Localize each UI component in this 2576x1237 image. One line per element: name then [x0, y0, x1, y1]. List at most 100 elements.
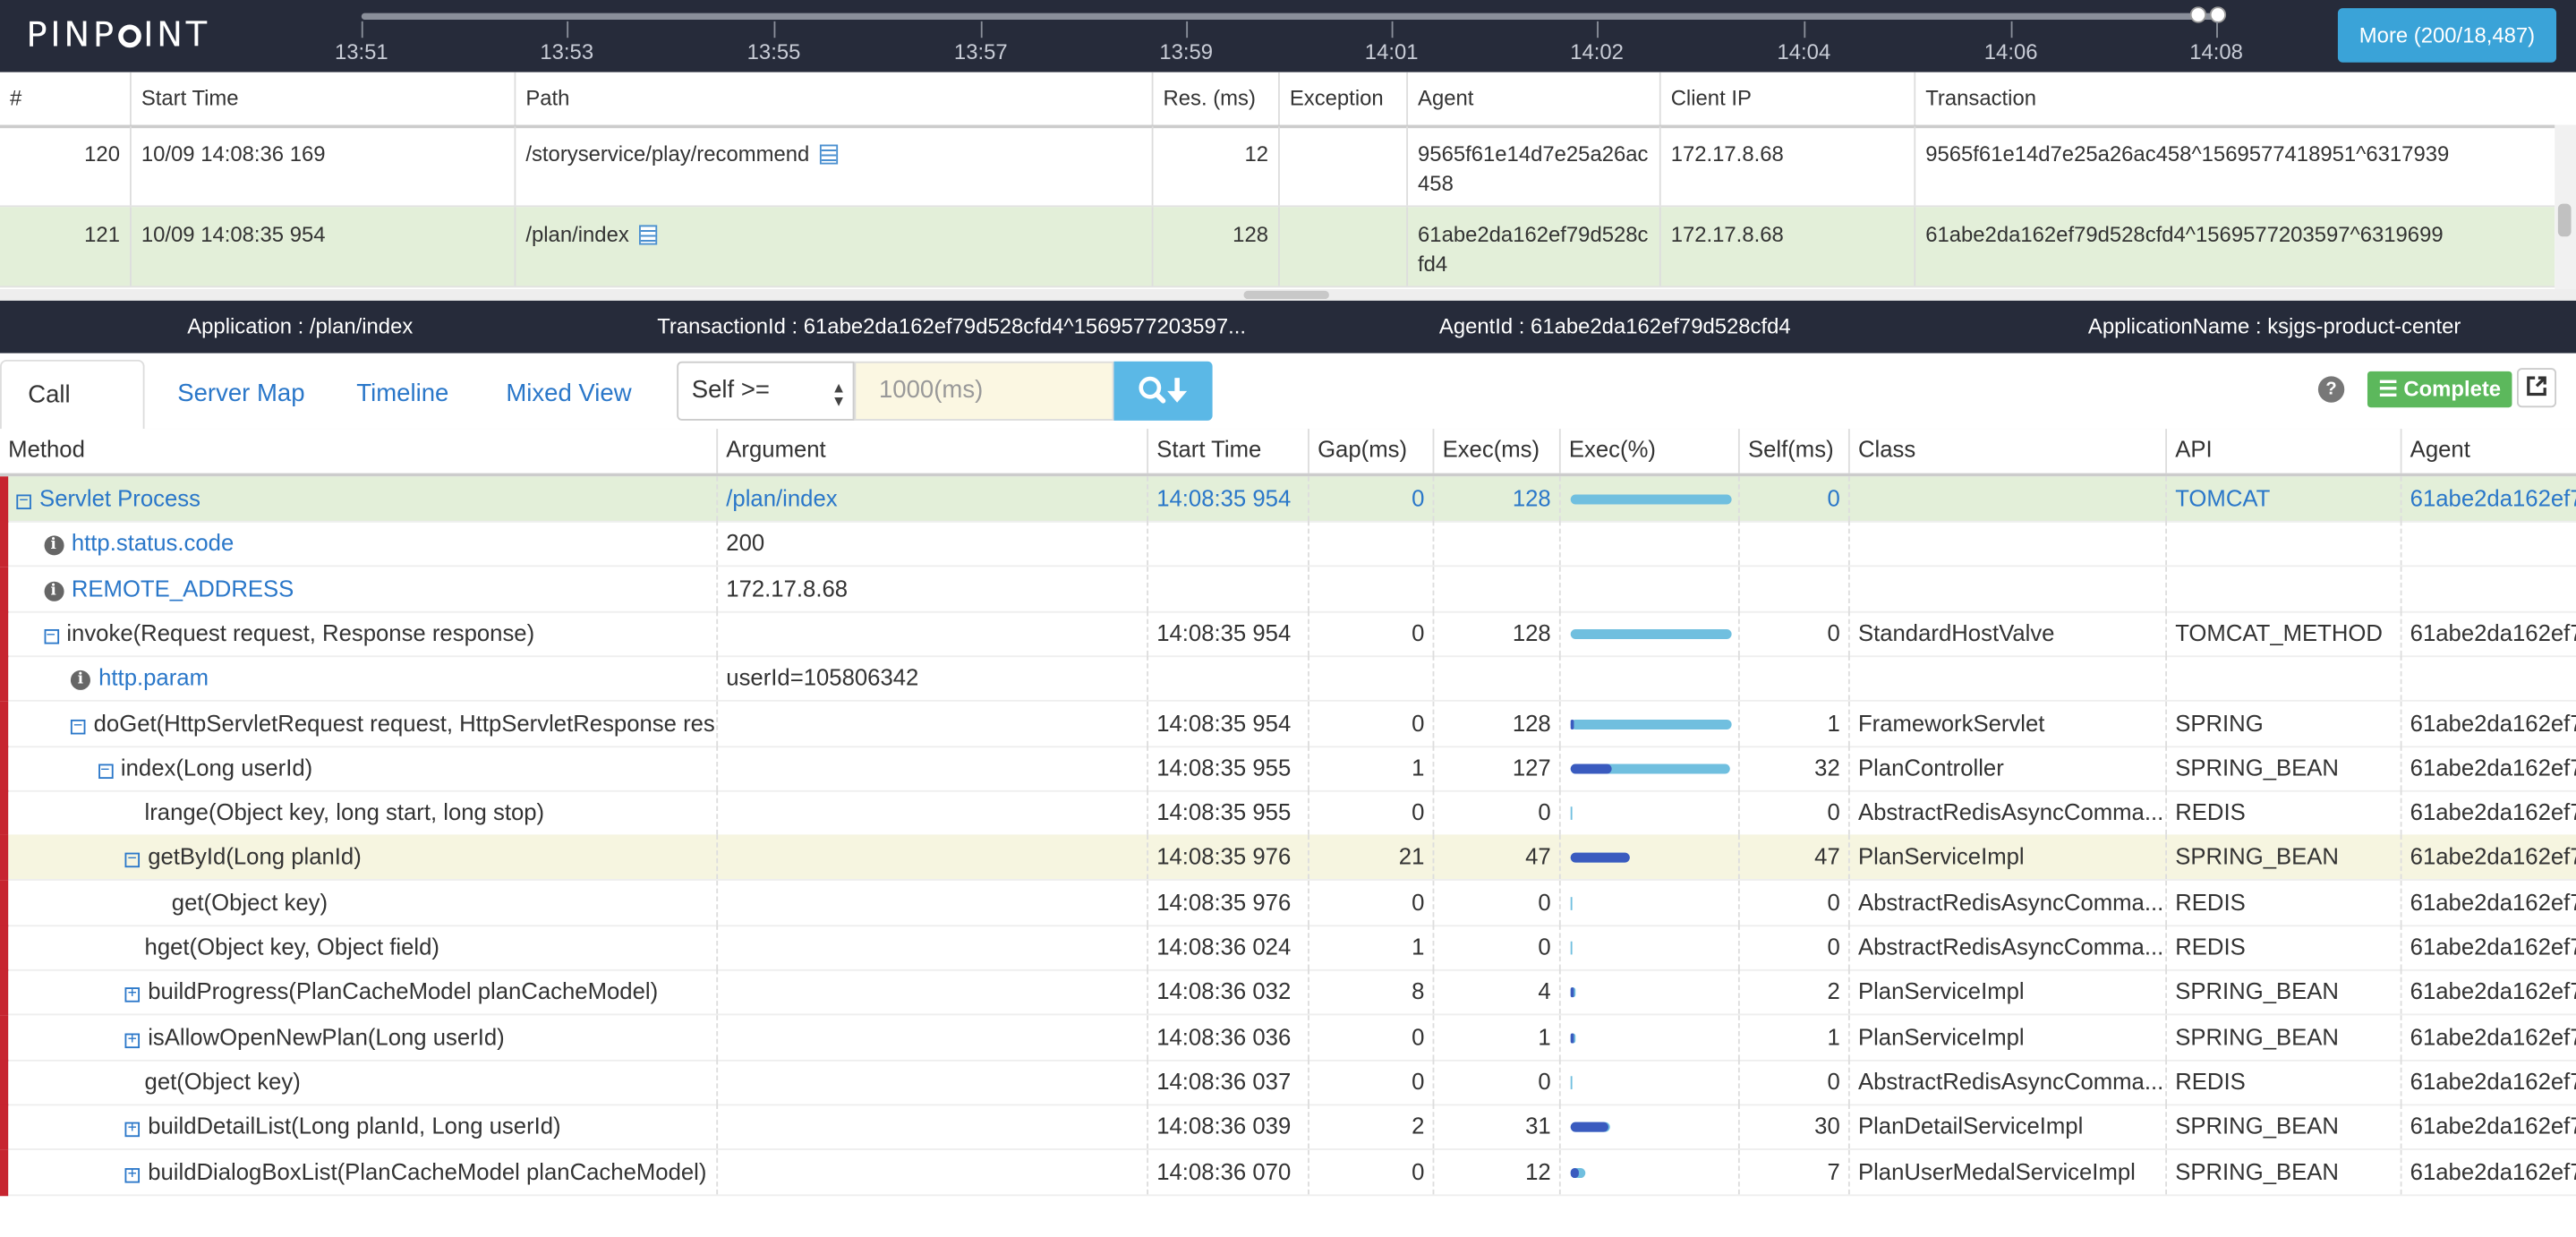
- call-tree-row[interactable]: + buildDialogBoxList(PlanCacheModel planC…: [0, 1148, 2576, 1196]
- method-name[interactable]: buildDetailList(Long planId, Long userId…: [148, 1113, 560, 1139]
- col-header-client-ip[interactable]: Client IP: [1659, 72, 1915, 125]
- cell-agent: [2400, 566, 2576, 611]
- table-vertical-scrollbar[interactable]: [2555, 124, 2576, 290]
- call-tree-row[interactable]: − invoke(Request request, Response respon…: [0, 610, 2576, 657]
- slider-handle-start[interactable]: [2189, 6, 2207, 23]
- cell-exec-pct: [1558, 790, 1738, 835]
- call-tree-row[interactable]: − index(Long userId) 14:08:35 955 1 127 32 Pla…: [0, 745, 2576, 792]
- cell-agent: 61abe2da162ef79d528cfd4: [2400, 1014, 2576, 1060]
- expand-icon[interactable]: +: [124, 1032, 141, 1048]
- call-tree-row[interactable]: − Servlet Process/plan/index 14:08:35 954 0…: [0, 476, 2576, 523]
- method-name: http.status.code: [71, 529, 235, 556]
- method-name[interactable]: doGet(HttpServletRequest request, HttpSe…: [94, 709, 717, 735]
- col-header-exec-pct[interactable]: Exec(%): [1558, 429, 1738, 473]
- help-icon[interactable]: ?: [2317, 376, 2345, 403]
- collapse-icon[interactable]: −: [70, 718, 86, 734]
- method-name[interactable]: Servlet Process: [39, 484, 200, 510]
- cell-method: hget(Object key, Object field): [0, 925, 716, 969]
- cell-method: lrange(Object key, long start, long stop…: [0, 790, 716, 835]
- col-header-transaction[interactable]: Transaction: [1914, 72, 2576, 125]
- cell-argument: [716, 1059, 1147, 1105]
- col-header-gap[interactable]: Gap(ms): [1308, 429, 1432, 473]
- call-tree-row[interactable]: i REMOTE_ADDRESS 172.17.8.68: [0, 566, 2576, 612]
- cell-exec-pct: [1558, 835, 1738, 880]
- exec-percent-bar: [1570, 806, 1573, 821]
- call-tree-row[interactable]: get(Object key) 14:08:36 037 0 0 0 AbstractRe…: [0, 1059, 2576, 1106]
- tab-mixed-view[interactable]: Mixed View: [506, 360, 631, 429]
- call-tree-row[interactable]: get(Object key) 14:08:35 976 0 0 0 AbstractRe…: [0, 880, 2576, 926]
- method-name[interactable]: get(Object key): [172, 888, 328, 914]
- call-tree-row[interactable]: + isAllowOpenNewPlan(Long userId) 14:08:36…: [0, 1014, 2576, 1061]
- col-header-res[interactable]: Res. (ms): [1151, 72, 1278, 125]
- resize-grip[interactable]: [1243, 290, 1329, 300]
- col-header-exec[interactable]: Exec(ms): [1432, 429, 1559, 473]
- tab-timeline[interactable]: Timeline: [356, 360, 448, 429]
- collapse-icon[interactable]: −: [16, 494, 31, 510]
- call-tree-row[interactable]: lrange(Object key, long start, long stop…: [0, 790, 2576, 837]
- open-external-icon[interactable]: [2516, 368, 2557, 408]
- method-name[interactable]: buildDialogBoxList(PlanCacheModel planCa…: [148, 1157, 706, 1183]
- col-header-agent[interactable]: Agent: [2400, 429, 2576, 473]
- collapse-icon[interactable]: −: [124, 852, 141, 868]
- tab-call-tree[interactable]: Call Tree: [0, 359, 145, 478]
- filter-threshold-input[interactable]: 1000(ms): [854, 361, 1114, 421]
- call-tree-row[interactable]: + buildProgress(PlanCacheModel planCacheM…: [0, 969, 2576, 1016]
- table-row-selected[interactable]: 121 10/09 14:08:35 954 /plan/index 128 6…: [0, 207, 2555, 288]
- col-header-api[interactable]: API: [2165, 429, 2400, 473]
- method-name[interactable]: buildProgress(PlanCacheModel planCacheMo…: [148, 978, 658, 1004]
- col-header-path[interactable]: Path: [514, 72, 1152, 125]
- split-resize-handle[interactable]: [0, 289, 2576, 301]
- table-row[interactable]: 120 10/09 14:08:36 169 /storyservice/pla…: [0, 126, 2555, 208]
- search-button[interactable]: [1113, 361, 1213, 421]
- collapse-icon[interactable]: −: [43, 628, 59, 644]
- cell-start-time: 14:08:35 954: [1147, 476, 1308, 521]
- col-header-argument[interactable]: Argument: [716, 429, 1147, 473]
- document-icon[interactable]: [819, 144, 838, 165]
- call-tree-row[interactable]: − getById(Long planId) 14:08:35 976 21 47 47 P…: [0, 835, 2576, 882]
- method-name[interactable]: index(Long userId): [121, 754, 312, 780]
- call-tree-row[interactable]: + buildDetailList(Long planId, Long userI…: [0, 1104, 2576, 1151]
- time-range-slider[interactable]: [361, 13, 2218, 21]
- col-header-exception[interactable]: Exception: [1278, 72, 1406, 125]
- method-name[interactable]: invoke(Request request, Response respons…: [66, 619, 534, 645]
- col-header-num[interactable]: #: [0, 73, 130, 125]
- cell-start-time: 14:08:36 036: [1147, 1014, 1308, 1060]
- col-header-method[interactable]: Method: [0, 429, 716, 473]
- cell-api: REDIS: [2165, 1059, 2400, 1105]
- timeline-tick-label: 13:55: [746, 39, 801, 64]
- tab-server-map[interactable]: Server Map: [177, 360, 304, 429]
- cell-self: 47: [1737, 835, 1848, 880]
- scrollbar-thumb[interactable]: [2557, 203, 2572, 237]
- document-icon[interactable]: [638, 225, 657, 245]
- method-name[interactable]: getById(Long planId): [148, 843, 362, 869]
- cell-api: SPRING_BEAN: [2165, 745, 2400, 790]
- cell-start-time: 14:08:35 954: [1147, 610, 1308, 656]
- complete-button[interactable]: ☰ Complete: [2367, 371, 2512, 408]
- call-tree-row[interactable]: hget(Object key, Object field) 14:08:36 0…: [0, 925, 2576, 971]
- col-header-start-time[interactable]: Start Time: [130, 72, 515, 125]
- expand-icon[interactable]: +: [124, 987, 141, 1003]
- cell-method: i http.status.code: [0, 521, 716, 566]
- collapse-icon[interactable]: −: [98, 763, 113, 779]
- pinpoint-logo[interactable]: PINP INT: [26, 15, 210, 55]
- cell-start-time: 14:08:35 976: [1147, 835, 1308, 880]
- call-tree-row[interactable]: i http.param userId=105806342: [0, 655, 2576, 703]
- call-tree-row[interactable]: i http.status.code 200: [0, 521, 2576, 567]
- method-name[interactable]: get(Object key): [145, 1068, 301, 1094]
- call-tree-row[interactable]: − doGet(HttpServletRequest request, HttpS…: [0, 700, 2576, 747]
- col-header-self[interactable]: Self(ms): [1737, 429, 1848, 473]
- more-button[interactable]: More (200/18,487): [2337, 8, 2557, 63]
- method-name[interactable]: isAllowOpenNewPlan(Long userId): [148, 1023, 505, 1049]
- info-icon: i: [70, 670, 90, 691]
- method-name[interactable]: lrange(Object key, long start, long stop…: [145, 798, 545, 824]
- cell-api: [2165, 566, 2400, 611]
- col-header-class[interactable]: Class: [1847, 429, 2165, 473]
- expand-icon[interactable]: +: [124, 1166, 141, 1182]
- info-transaction-id: TransactionId : 61abe2da162ef79d528cfd4^…: [657, 313, 1246, 339]
- method-name[interactable]: hget(Object key, Object field): [145, 934, 439, 960]
- col-header-start-time[interactable]: Start Time: [1147, 429, 1308, 473]
- expand-icon[interactable]: +: [124, 1122, 141, 1138]
- filter-select[interactable]: Self >= ▲ ▼: [677, 361, 855, 421]
- col-header-agent[interactable]: Agent: [1406, 72, 1659, 125]
- cell-agent: 9565f61e14d7e25a26ac458: [1406, 126, 1659, 206]
